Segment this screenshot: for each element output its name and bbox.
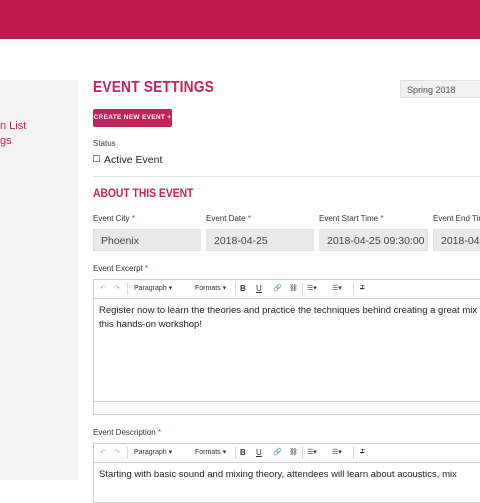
sidebar-item-settings[interactable]: gs: [0, 135, 12, 147]
formats-dropdown[interactable]: Formats ▾: [195, 444, 226, 462]
description-editor[interactable]: ↶ ↷ Paragraph ▾ Formats ▾ B U 🔗 ⛓ ☰▾ ☰▾ …: [93, 443, 480, 503]
underline-button[interactable]: U: [256, 280, 262, 298]
chevron-down-icon: ▾: [168, 449, 173, 456]
event-excerpt-label: Event Excerpt *: [93, 264, 149, 273]
event-description-label: Event Description *: [93, 428, 162, 437]
undo-icon[interactable]: ↶: [100, 444, 106, 462]
numbered-list-icon[interactable]: ☰▾: [332, 444, 342, 462]
event-start-time-field[interactable]: 2018-04-25 09:30:00: [319, 229, 428, 251]
section-divider: [93, 176, 480, 177]
sidebar: n List gs: [0, 80, 78, 480]
excerpt-editor[interactable]: ↶ ↷ Paragraph ▾ Formats ▾ B U 🔗 ⛓ ☰▾ ☰▾ …: [93, 279, 480, 415]
event-start-time-label: Event Start Time *: [319, 214, 384, 223]
sidebar-item-list[interactable]: n List: [0, 120, 26, 132]
clear-formatting-icon[interactable]: T: [360, 444, 364, 462]
bullet-list-icon[interactable]: ☰▾: [307, 280, 317, 298]
redo-icon[interactable]: ↷: [114, 280, 120, 298]
link-icon[interactable]: 🔗: [273, 444, 282, 462]
toolbar-divider: [235, 447, 236, 459]
numbered-list-icon[interactable]: ☰▾: [332, 280, 342, 298]
page-title: EVENT SETTINGS: [93, 79, 214, 96]
toolbar-divider: [127, 447, 128, 459]
chevron-down-icon: ▾: [222, 449, 227, 456]
section-title: ABOUT THIS EVENT: [93, 186, 194, 200]
season-select[interactable]: Spring 2018: [400, 80, 480, 98]
formats-dropdown[interactable]: Formats ▾: [195, 280, 226, 298]
undo-icon[interactable]: ↶: [100, 280, 106, 298]
chevron-down-icon: ▾: [222, 285, 227, 292]
underline-button[interactable]: U: [256, 444, 262, 462]
status-label: Status: [93, 139, 116, 148]
event-city-label: Event City *: [93, 214, 135, 223]
event-end-time-field[interactable]: 2018-04-: [433, 229, 480, 251]
toolbar-divider: [235, 283, 236, 295]
event-end-time-label: Event End Tim: [433, 214, 480, 223]
bold-button[interactable]: B: [240, 280, 246, 298]
event-date-field[interactable]: 2018-04-25: [206, 229, 314, 251]
active-event-checkbox[interactable]: [93, 155, 100, 162]
excerpt-text[interactable]: Register now to learn the theories and p…: [99, 304, 480, 332]
top-bar: [0, 0, 480, 39]
event-city-field[interactable]: Phoenix: [93, 229, 201, 251]
toolbar-divider: [353, 283, 354, 295]
clear-formatting-icon[interactable]: T: [360, 280, 364, 298]
toolbar-divider: [127, 283, 128, 295]
bold-button[interactable]: B: [240, 444, 246, 462]
excerpt-toolbar: ↶ ↷ Paragraph ▾ Formats ▾ B U 🔗 ⛓ ☰▾ ☰▾ …: [94, 280, 480, 299]
unlink-icon[interactable]: ⛓: [289, 444, 298, 462]
chevron-down-icon: ▾: [168, 285, 173, 292]
active-event-label: Active Event: [104, 154, 163, 166]
redo-icon[interactable]: ↷: [114, 444, 120, 462]
event-date-label: Event Date *: [206, 214, 251, 223]
editor-statusbar: [94, 401, 480, 414]
paragraph-dropdown[interactable]: Paragraph ▾: [134, 444, 172, 462]
toolbar-divider: [353, 447, 354, 459]
link-icon[interactable]: 🔗: [273, 280, 282, 298]
unlink-icon[interactable]: ⛓: [289, 280, 298, 298]
paragraph-dropdown[interactable]: Paragraph ▾: [134, 280, 172, 298]
toolbar-divider: [302, 283, 303, 295]
bullet-list-icon[interactable]: ☰▾: [307, 444, 317, 462]
description-toolbar: ↶ ↷ Paragraph ▾ Formats ▾ B U 🔗 ⛓ ☰▾ ☰▾ …: [94, 444, 480, 463]
create-event-button[interactable]: CREATE NEW EVENT +: [93, 109, 172, 127]
toolbar-divider: [302, 447, 303, 459]
